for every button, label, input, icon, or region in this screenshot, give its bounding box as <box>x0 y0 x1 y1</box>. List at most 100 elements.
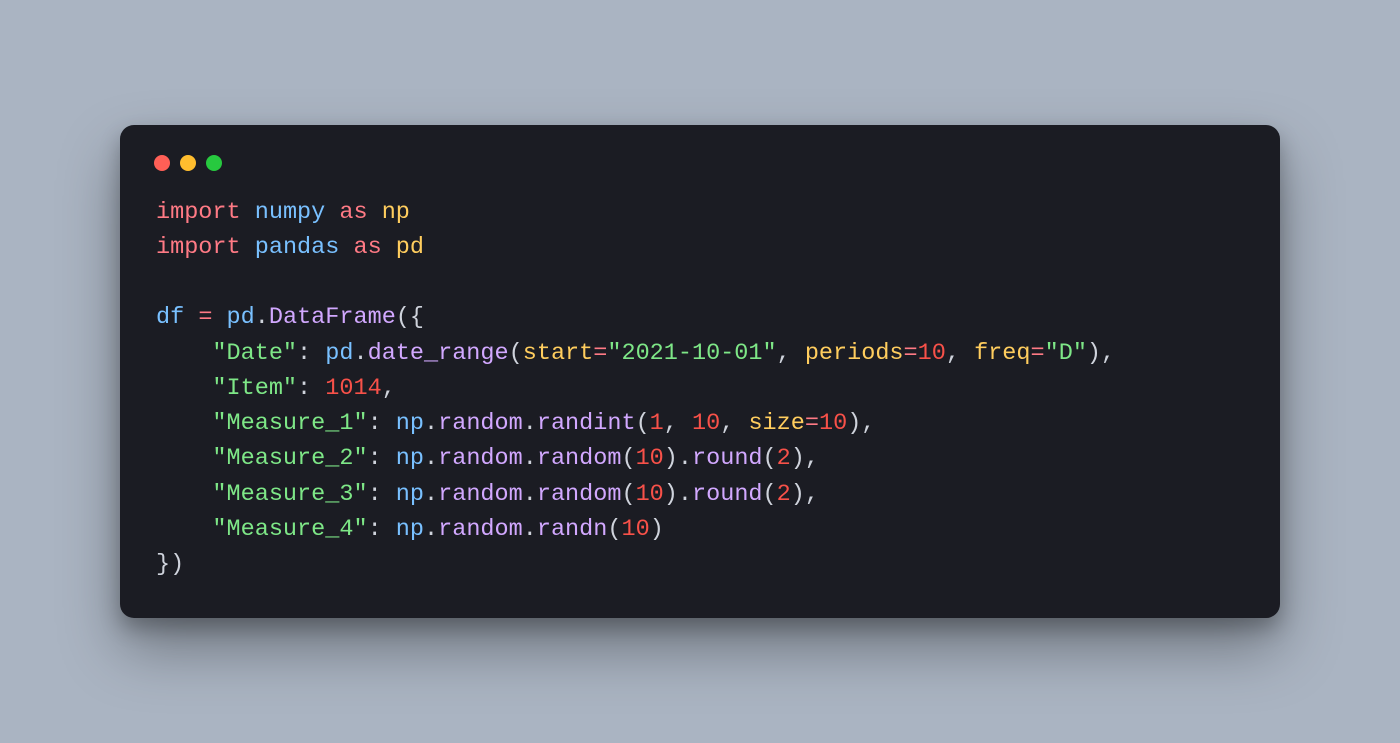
code-token: . <box>523 481 537 508</box>
code-line: "Item": 1014, <box>156 375 396 402</box>
code-token: = <box>805 410 819 437</box>
code-token: randn <box>537 516 608 543</box>
code-token: round <box>692 481 763 508</box>
code-token: = <box>593 340 607 367</box>
minimize-icon[interactable] <box>180 155 196 171</box>
code-token: , <box>664 410 692 437</box>
code-token: 10 <box>636 445 664 472</box>
code-token: ). <box>664 481 692 508</box>
code-token: . <box>424 481 438 508</box>
code-token: random <box>438 410 523 437</box>
code-block: import numpy as np import pandas as pd d… <box>150 195 1250 583</box>
close-icon[interactable] <box>154 155 170 171</box>
code-token: "2021-10-01" <box>607 340 776 367</box>
code-token: 10 <box>636 481 664 508</box>
code-token: import <box>156 234 241 261</box>
code-token: ( <box>621 445 635 472</box>
code-line: "Measure_2": np.random.random(10).round(… <box>156 445 819 472</box>
code-token <box>212 304 226 331</box>
code-token: random <box>438 481 523 508</box>
code-token: : <box>368 410 396 437</box>
code-line: "Measure_4": np.random.randn(10) <box>156 516 664 543</box>
code-token: 1014 <box>325 375 381 402</box>
code-token: np <box>382 199 410 226</box>
code-token: ( <box>636 410 650 437</box>
code-token: ), <box>1087 340 1115 367</box>
code-line: "Measure_3": np.random.random(10).round(… <box>156 481 819 508</box>
code-line: import numpy as np <box>156 199 410 226</box>
code-token: random <box>537 445 622 472</box>
code-token: ), <box>791 481 819 508</box>
code-token: ), <box>791 445 819 472</box>
code-token: random <box>438 516 523 543</box>
code-token: freq <box>974 340 1030 367</box>
code-token: start <box>523 340 594 367</box>
code-token: : <box>368 516 396 543</box>
code-token: np <box>396 410 424 437</box>
code-token <box>184 304 198 331</box>
code-token: random <box>537 481 622 508</box>
code-token <box>156 445 212 472</box>
code-token: pd <box>325 340 353 367</box>
code-token <box>156 481 212 508</box>
code-token: "Measure_2" <box>212 445 367 472</box>
code-token: . <box>523 410 537 437</box>
code-token: ) <box>650 516 664 543</box>
code-token: random <box>438 445 523 472</box>
code-token <box>241 199 255 226</box>
code-token: DataFrame <box>269 304 396 331</box>
code-token: }) <box>156 551 184 578</box>
code-token: : <box>297 340 325 367</box>
code-token <box>339 234 353 261</box>
code-line: "Measure_1": np.random.randint(1, 10, si… <box>156 410 875 437</box>
code-token: "Date" <box>212 340 297 367</box>
code-token: : <box>297 375 325 402</box>
code-token: . <box>424 516 438 543</box>
code-token: . <box>424 445 438 472</box>
code-token: pd <box>396 234 424 261</box>
code-token <box>156 516 212 543</box>
code-token: "Measure_4" <box>212 516 367 543</box>
code-token <box>368 199 382 226</box>
code-token: round <box>692 445 763 472</box>
code-token: pd <box>227 304 255 331</box>
code-token: np <box>396 445 424 472</box>
code-token: "D" <box>1045 340 1087 367</box>
code-token <box>382 234 396 261</box>
code-token: = <box>198 304 212 331</box>
code-token <box>156 340 212 367</box>
code-token: ( <box>763 481 777 508</box>
code-token: . <box>424 410 438 437</box>
code-token: df <box>156 304 184 331</box>
code-token: . <box>353 340 367 367</box>
code-token <box>325 199 339 226</box>
code-token: randint <box>537 410 636 437</box>
code-token: ( <box>607 516 621 543</box>
code-token: 10 <box>621 516 649 543</box>
code-window: import numpy as np import pandas as pd d… <box>120 125 1280 619</box>
code-line: }) <box>156 551 184 578</box>
code-token: size <box>748 410 804 437</box>
code-token: = <box>1031 340 1045 367</box>
code-token: import <box>156 199 241 226</box>
code-line: df = pd.DataFrame({ <box>156 304 424 331</box>
code-token: np <box>396 481 424 508</box>
code-token: 10 <box>692 410 720 437</box>
code-token: . <box>523 445 537 472</box>
code-token: date_range <box>368 340 509 367</box>
code-token: ( <box>621 481 635 508</box>
code-token: . <box>255 304 269 331</box>
code-token: periods <box>805 340 904 367</box>
code-token: , <box>777 340 805 367</box>
code-token <box>156 375 212 402</box>
code-token: "Item" <box>212 375 297 402</box>
code-token: . <box>523 516 537 543</box>
code-line: "Date": pd.date_range(start="2021-10-01"… <box>156 340 1115 367</box>
code-token: , <box>382 375 396 402</box>
code-token: = <box>904 340 918 367</box>
code-token: 1 <box>650 410 664 437</box>
zoom-icon[interactable] <box>206 155 222 171</box>
code-token: ({ <box>396 304 424 331</box>
code-token: as <box>339 199 367 226</box>
code-token <box>241 234 255 261</box>
